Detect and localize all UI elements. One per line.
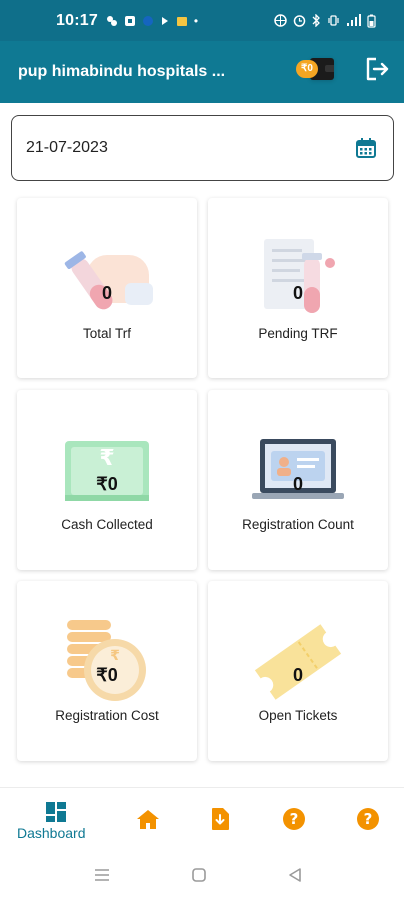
pending-trf-value: 0 xyxy=(292,283,303,303)
cash-collected-label: Cash Collected xyxy=(61,517,153,532)
status-time: 10:17 xyxy=(56,11,98,29)
wallet-balance: ₹0 xyxy=(296,60,318,78)
download-file-icon xyxy=(212,808,229,830)
report-tube-icon xyxy=(264,239,335,313)
vibrate-icon xyxy=(328,15,339,26)
total-trf-label: Total Trf xyxy=(82,326,131,341)
help-icon: ? xyxy=(357,808,379,830)
cash-collected-value: ₹0 xyxy=(96,474,118,494)
total-trf-value: 0 xyxy=(101,283,112,303)
ticket-icon xyxy=(254,624,342,700)
registration-count-card[interactable]: 0 Registration Count xyxy=(208,390,388,570)
nav-reports[interactable] xyxy=(206,788,236,848)
nav-support[interactable]: ? xyxy=(354,788,384,848)
notification-arrow-icon xyxy=(161,16,168,25)
nav-dashboard[interactable]: Dashboard xyxy=(14,788,98,848)
dashboard-icon xyxy=(46,802,66,822)
home-icon xyxy=(137,810,159,829)
pending-trf-card[interactable]: 0 Pending TRF xyxy=(208,198,388,378)
laptop-id-icon xyxy=(252,439,344,499)
notification-app-icon xyxy=(106,15,117,26)
status-notification-icons: • xyxy=(106,15,198,27)
globe-icon xyxy=(274,14,287,27)
coin-stack-icon: ₹ xyxy=(67,620,146,701)
notification-folder-icon xyxy=(176,16,187,26)
help-icon: ? xyxy=(283,808,305,830)
status-system-icons xyxy=(274,14,376,28)
bluetooth-icon xyxy=(312,14,320,27)
svg-text:₹: ₹ xyxy=(99,446,114,471)
calendar-icon[interactable] xyxy=(355,137,377,159)
registration-count-value: 0 xyxy=(292,474,303,494)
system-nav-bar xyxy=(0,847,404,900)
status-bar: 10:17 • xyxy=(0,0,404,41)
app-title: pup himabindu hospitals ... xyxy=(18,63,226,80)
total-trf-card[interactable]: 0 Total Trf xyxy=(17,198,197,378)
registration-cost-value: ₹0 xyxy=(96,665,118,685)
registration-cost-card[interactable]: ₹ ₹0 Registration Cost xyxy=(17,581,197,761)
wallet-button[interactable]: ₹0 xyxy=(296,58,336,80)
open-tickets-label: Open Tickets xyxy=(258,708,338,723)
status-dot: • xyxy=(193,13,199,28)
notification-circle-icon xyxy=(142,15,153,26)
signal-icon xyxy=(347,14,361,26)
open-tickets-value: 0 xyxy=(292,665,303,685)
svg-text:₹: ₹ xyxy=(110,648,120,664)
svg-text:?: ? xyxy=(364,810,373,828)
app-bar: pup himabindu hospitals ... ₹0 xyxy=(0,41,404,103)
back-icon[interactable] xyxy=(287,867,303,883)
alarm-icon xyxy=(293,15,306,27)
open-tickets-card[interactable]: 0 Open Tickets xyxy=(208,581,388,761)
battery-icon xyxy=(367,14,376,28)
pending-trf-label: Pending TRF xyxy=(258,326,338,341)
recent-apps-icon[interactable] xyxy=(94,868,110,882)
nav-dashboard-label: Dashboard xyxy=(17,825,86,841)
date-input[interactable] xyxy=(26,139,326,157)
registration-count-label: Registration Count xyxy=(242,517,354,532)
svg-text:?: ? xyxy=(290,810,299,828)
date-field[interactable] xyxy=(11,115,394,181)
notification-square-icon xyxy=(124,15,135,26)
cash-note-icon: ₹ xyxy=(65,441,149,501)
nav-home[interactable] xyxy=(132,788,164,848)
test-tube-hand-icon xyxy=(64,251,153,310)
registration-cost-label: Registration Cost xyxy=(55,708,159,723)
cash-collected-card[interactable]: ₹ ₹0 Cash Collected xyxy=(17,390,197,570)
nav-help[interactable]: ? xyxy=(280,788,310,848)
logout-icon[interactable] xyxy=(364,55,390,83)
bottom-nav: Dashboard ? ? xyxy=(0,787,404,848)
home-square-icon[interactable] xyxy=(191,867,207,883)
